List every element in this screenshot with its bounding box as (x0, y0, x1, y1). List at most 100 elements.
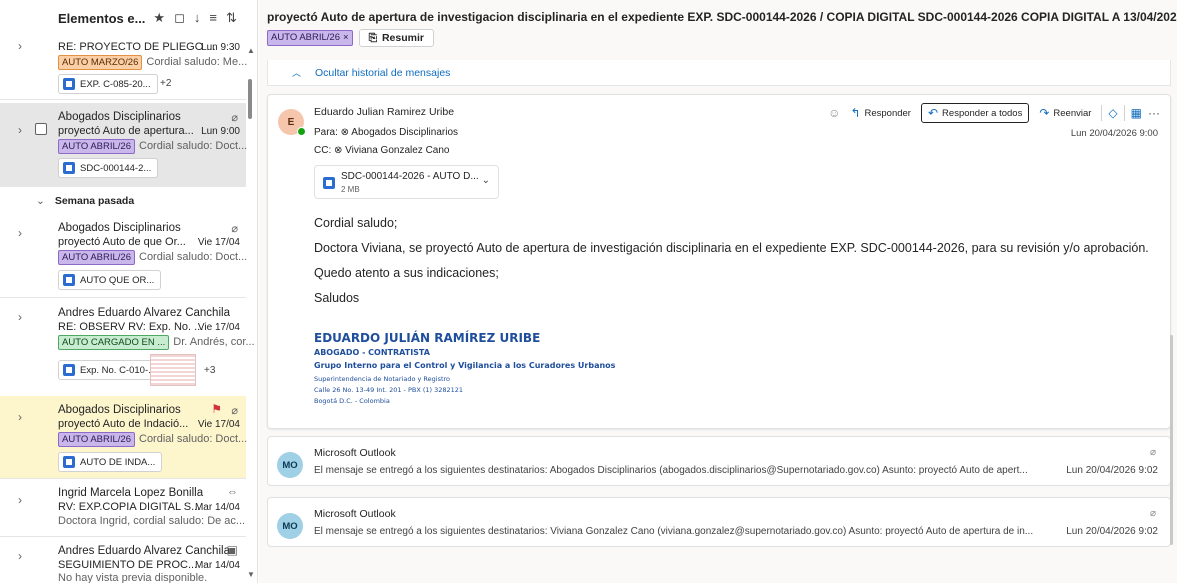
list-item-selected[interactable]: › Abogados Disciplinarios ⌀ proyectó Aut… (0, 103, 247, 187)
item-subject: proyectó Auto de Indació... (58, 418, 189, 430)
reply-button[interactable]: ↰ Responder (846, 103, 915, 123)
item-date: Vie 17/04 (197, 419, 240, 430)
item-date: Mar 14/04 (194, 560, 240, 571)
chevron-right-icon[interactable]: › (18, 549, 22, 563)
file-icon (63, 162, 75, 174)
chevron-right-icon[interactable]: › (18, 226, 22, 240)
item-date: Vie 17/04 (197, 322, 240, 333)
delivery-notice[interactable]: MO Microsoft Outlook ⌀ El mensaje se ent… (267, 436, 1171, 486)
sender-name[interactable]: Eduardo Julian Ramirez Uribe (314, 106, 454, 118)
attachment-card[interactable]: SDC-000144-2026 - AUTO D... 2 MB ⌄ (314, 165, 499, 199)
presence-status-icon (297, 127, 306, 136)
body-line: Quedo atento a sus indicaciones; (314, 266, 499, 280)
item-sender: Abogados Disciplinarios (58, 222, 181, 234)
item-sender: Abogados Disciplinarios (58, 111, 181, 123)
close-icon[interactable]: × (343, 31, 349, 45)
hide-history-link[interactable]: ︿ Ocultar historial de mensajes (267, 60, 1171, 86)
notice-preview: El mensaje se entregó a los siguientes d… (314, 526, 1034, 537)
item-subject: RV: EXP.COPIA DIGITAL S... (58, 501, 201, 513)
list-item[interactable]: › RE: PROYECTO DE PLIEGO ... Lun 9:30 AU… (0, 36, 247, 98)
delivery-notice[interactable]: MO Microsoft Outlook ⌀ El mensaje se ent… (267, 497, 1171, 547)
attachment-chip[interactable]: Exp. No. C-010-... (58, 360, 164, 380)
item-sender: Andres Eduardo Alvarez Canchila (58, 545, 230, 557)
signature-city: Bogotá D.C. - Colombia (314, 397, 390, 405)
cc-recipients[interactable]: CC: ⊗ Viviana Gonzalez Cano (314, 145, 449, 156)
summary-icon: ⎘ (368, 31, 377, 44)
list-item[interactable]: › Andres Eduardo Alvarez Canchila ▣ SEGU… (0, 537, 246, 583)
image-thumbnail[interactable] (150, 354, 196, 386)
file-icon (63, 274, 75, 286)
apps-icon[interactable]: ▦ (1131, 106, 1142, 120)
item-preview: Cordial saludo: Doct... (139, 433, 248, 445)
select-checkbox[interactable] (35, 123, 47, 135)
attachment-chip[interactable]: SDC-000144-2... (58, 158, 159, 178)
attachment-chip[interactable]: EXP. C-085-20... (58, 74, 158, 94)
chevron-right-icon[interactable]: › (18, 123, 22, 137)
attachment-size: 2 MB (341, 185, 360, 194)
folder-title[interactable]: Elementos e... (58, 11, 145, 26)
chevron-right-icon[interactable]: › (18, 410, 22, 424)
message-date: Lun 20/04/2026 9:00 (1070, 128, 1158, 139)
list-item[interactable]: › Abogados Disciplinarios ⌀ proyectó Aut… (0, 214, 247, 296)
more-attachments[interactable]: +3 (204, 365, 215, 376)
sort-down-icon[interactable]: ↓ (194, 10, 201, 26)
reading-scrollbar[interactable] (1170, 335, 1173, 545)
item-subject: RE: OBSERV RV: Exp. No. ... (58, 321, 204, 333)
item-date: Lun 9:00 (201, 126, 240, 137)
chevron-down-icon[interactable]: ⌄ (482, 175, 490, 186)
scroll-up-icon[interactable]: ▲ (247, 46, 255, 55)
reply-all-button[interactable]: ↶ Responder a todos (920, 103, 1030, 123)
chevron-up-icon: ︿ (292, 68, 302, 78)
signature-name: EDUARDO JULIÁN RAMÍREZ URIBE (314, 331, 541, 345)
chevron-right-icon[interactable]: › (18, 493, 22, 507)
more-attachments[interactable]: +2 (160, 78, 171, 89)
notice-preview: El mensaje se entregó a los siguientes d… (314, 465, 1028, 476)
attachment-chip[interactable]: AUTO QUE OR... (58, 270, 162, 290)
signature-role: ABOGADO - CONTRATISTA (314, 348, 430, 357)
calendar-icon: ▣ (226, 543, 238, 557)
item-sender: Andres Eduardo Alvarez Canchila (58, 307, 230, 319)
conversation-subject: proyectó Auto de apertura de investigaci… (267, 10, 1177, 24)
item-sender: Abogados Disciplinarios (58, 404, 181, 416)
scroll-thumb[interactable] (248, 79, 252, 119)
chevron-right-icon[interactable]: › (18, 39, 22, 53)
paperclip-icon: ⌀ (231, 112, 238, 124)
category-badge: AUTO CARGADO EN ... (58, 335, 170, 350)
item-subject: SEGUIMIENTO DE PROC... (58, 559, 198, 571)
item-preview: Dr. Andrés, cor... (173, 336, 255, 348)
list-item-flagged[interactable]: › Abogados Disciplinarios ⚑ ⌀ proyectó A… (0, 396, 248, 478)
item-preview: Doctora Ingrid, cordial saludo: De ac... (58, 515, 246, 527)
filter-icon[interactable]: ≡ (209, 10, 217, 26)
to-recipients[interactable]: Para: ⊗ Abogados Disciplinarios (314, 127, 458, 138)
reply-all-icon: ↶ (927, 106, 939, 120)
list-scrollbar[interactable]: ▲ ▼ (246, 36, 256, 583)
attachment-chip[interactable]: AUTO DE INDA... (58, 452, 163, 472)
category-tag[interactable]: AUTO ABRIL/26 × (267, 30, 353, 46)
paperclip-icon: ⌀ (1149, 447, 1156, 458)
scroll-down-icon[interactable]: ▼ (247, 570, 255, 579)
reading-pane: proyectó Auto de apertura de investigaci… (259, 0, 1177, 583)
list-item[interactable]: › Andres Eduardo Alvarez Canchila RE: OB… (0, 298, 255, 394)
summarize-button[interactable]: ⎘ Resumir (358, 29, 434, 47)
chevron-right-icon[interactable]: › (18, 310, 22, 324)
select-icon[interactable]: ◻ (174, 10, 185, 26)
item-preview: No hay vista previa disponible. (58, 572, 208, 583)
chevron-down-icon[interactable]: ⌄ (36, 195, 45, 207)
notice-sender: Microsoft Outlook (314, 508, 396, 520)
signature-group: Grupo Interno para el Control y Vigilanc… (314, 361, 616, 370)
item-subject: proyectó Auto de apertura... (58, 125, 194, 137)
paperclip-icon: ⌀ (1149, 508, 1156, 519)
sort-order-icon[interactable]: ⇅ (226, 10, 237, 26)
conversation-header: proyectó Auto de apertura de investigaci… (267, 10, 1177, 47)
section-header[interactable]: ⌄ Semana pasada (0, 191, 246, 211)
flag-icon[interactable]: ⚑ (211, 402, 222, 416)
category-badge: AUTO ABRIL/26 (58, 139, 135, 154)
list-item[interactable]: › Ingrid Marcela Lopez Bonilla ⇔ RV: EXP… (0, 479, 246, 535)
forward-button[interactable]: ↷ Reenviar (1035, 103, 1095, 123)
more-options-icon[interactable]: ··· (1148, 106, 1160, 120)
tag-icon[interactable]: ◇ (1108, 106, 1117, 120)
emoji-reaction-icon[interactable]: ☺ (828, 106, 840, 120)
file-icon (63, 456, 75, 468)
forward-icon: ↷ (1039, 106, 1050, 120)
favorite-icon[interactable]: ★ (153, 10, 165, 26)
